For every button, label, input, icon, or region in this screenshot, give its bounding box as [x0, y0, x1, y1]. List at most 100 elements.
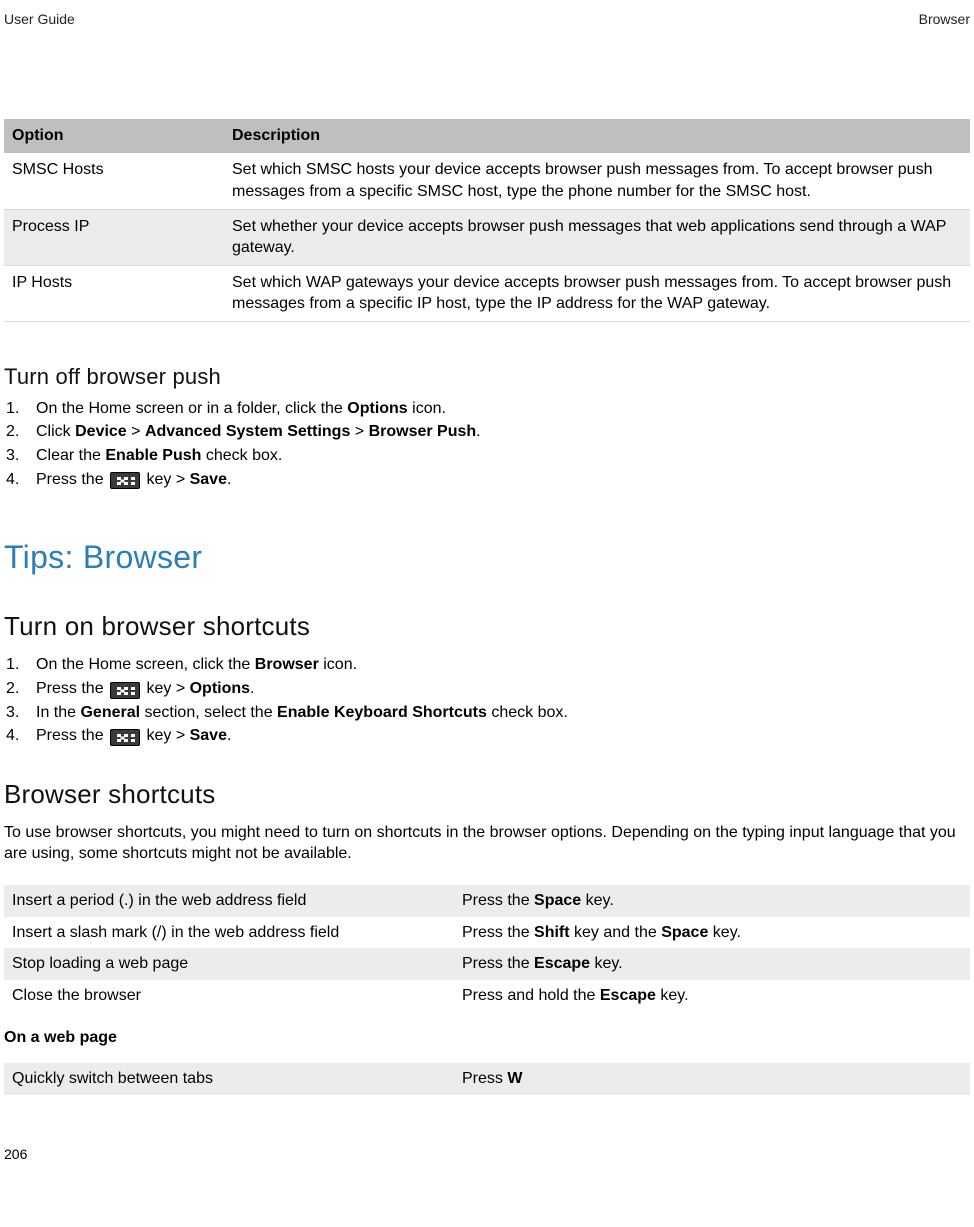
bold: Save — [190, 471, 227, 488]
text: key > — [142, 471, 190, 488]
text: . — [227, 471, 231, 488]
bold: Enable Push — [105, 447, 201, 464]
table-row: Process IP Set whether your device accep… — [4, 209, 970, 265]
text: > — [350, 423, 368, 440]
sc-key: Press the Space key. — [454, 885, 970, 917]
sc-action: Quickly switch between tabs — [4, 1063, 454, 1095]
sc-key: Press W — [454, 1063, 970, 1095]
bold: Browser Push — [369, 423, 477, 440]
table-row: Close the browser Press and hold the Esc… — [4, 980, 970, 1012]
shortcuts-intro: To use browser shortcuts, you might need… — [4, 822, 970, 865]
text: section, select the — [140, 704, 277, 721]
heading-turn-off-push: Turn off browser push — [4, 362, 970, 392]
cell-desc: Set which WAP gateways your device accep… — [224, 265, 970, 321]
text: check box. — [487, 704, 568, 721]
text: key > — [142, 727, 190, 744]
table-row: Insert a period (.) in the web address f… — [4, 885, 970, 917]
heading-browser-shortcuts: Browser shortcuts — [4, 777, 970, 812]
cell-desc: Set which SMSC hosts your device accepts… — [224, 153, 970, 209]
bold: Options — [190, 680, 250, 697]
page-number: 206 — [4, 1145, 970, 1164]
cell-option: IP Hosts — [4, 265, 224, 321]
text: Press the — [36, 727, 108, 744]
text: Press and hold the — [462, 987, 600, 1004]
bold: Advanced System Settings — [145, 423, 350, 440]
text: . — [227, 727, 231, 744]
step: On the Home screen, click the Browser ic… — [4, 654, 970, 676]
text: key. — [708, 924, 741, 941]
cell-desc: Set whether your device accepts browser … — [224, 209, 970, 265]
sc-key: Press and hold the Escape key. — [454, 980, 970, 1012]
step: In the General section, select the Enabl… — [4, 702, 970, 724]
text: icon. — [408, 400, 446, 417]
steps-turn-on-shortcuts: On the Home screen, click the Browser ic… — [4, 654, 970, 746]
sc-key: Press the Escape key. — [454, 948, 970, 980]
sc-action: Insert a slash mark (/) in the web addre… — [4, 917, 454, 949]
bold: Escape — [534, 955, 590, 972]
text: check box. — [201, 447, 282, 464]
bold: Space — [534, 892, 581, 909]
step: Press the key > Save. — [4, 469, 970, 491]
bold: Escape — [600, 987, 656, 1004]
bold: Save — [190, 727, 227, 744]
th-option: Option — [4, 119, 224, 153]
header-right: Browser — [919, 10, 970, 29]
text: Press — [462, 1070, 507, 1087]
text: Press the — [36, 471, 108, 488]
steps-turn-off-push: On the Home screen or in a folder, click… — [4, 398, 970, 490]
text: key. — [656, 987, 689, 1004]
sc-action: Close the browser — [4, 980, 454, 1012]
subhead-on-web-page: On a web page — [4, 1027, 970, 1049]
text: Clear the — [36, 447, 105, 464]
text: In the — [36, 704, 80, 721]
text: . — [250, 680, 254, 697]
step: On the Home screen or in a folder, click… — [4, 398, 970, 420]
step: Click Device > Advanced System Settings … — [4, 421, 970, 443]
bold: General — [80, 704, 140, 721]
bold: Shift — [534, 924, 570, 941]
bold: Browser — [255, 656, 319, 673]
table-row: Stop loading a web page Press the Escape… — [4, 948, 970, 980]
text: Press the — [462, 924, 534, 941]
menu-key-icon — [110, 472, 140, 489]
page-header: User Guide Browser — [4, 10, 970, 29]
th-description: Description — [224, 119, 970, 153]
sc-key: Press the Shift key and the Space key. — [454, 917, 970, 949]
bold: Space — [661, 924, 708, 941]
bold: Options — [347, 400, 407, 417]
bold: Enable Keyboard Shortcuts — [277, 704, 487, 721]
text: key. — [581, 892, 614, 909]
cell-option: SMSC Hosts — [4, 153, 224, 209]
header-left: User Guide — [4, 10, 75, 29]
text: Click — [36, 423, 75, 440]
heading-turn-on-shortcuts: Turn on browser shortcuts — [4, 609, 970, 644]
menu-key-icon — [110, 682, 140, 699]
options-table: Option Description SMSC Hosts Set which … — [4, 119, 970, 322]
table-row: IP Hosts Set which WAP gateways your dev… — [4, 265, 970, 321]
menu-key-icon — [110, 729, 140, 746]
step: Press the key > Save. — [4, 725, 970, 747]
table-row: Quickly switch between tabs Press W — [4, 1063, 970, 1095]
shortcuts-table-1: Insert a period (.) in the web address f… — [4, 885, 970, 1011]
shortcuts-table-2: Quickly switch between tabs Press W — [4, 1063, 970, 1095]
cell-option: Process IP — [4, 209, 224, 265]
heading-tips-browser: Tips: Browser — [4, 536, 970, 579]
text: On the Home screen, click the — [36, 656, 255, 673]
sc-action: Stop loading a web page — [4, 948, 454, 980]
text: Press the — [462, 955, 534, 972]
text: > — [127, 423, 145, 440]
step: Press the key > Options. — [4, 678, 970, 700]
bold: W — [507, 1070, 522, 1087]
text: Press the — [462, 892, 534, 909]
text: icon. — [319, 656, 357, 673]
table-row: SMSC Hosts Set which SMSC hosts your dev… — [4, 153, 970, 209]
text: key > — [142, 680, 190, 697]
text: key and the — [570, 924, 662, 941]
table-row: Insert a slash mark (/) in the web addre… — [4, 917, 970, 949]
bold: Device — [75, 423, 127, 440]
sc-action: Insert a period (.) in the web address f… — [4, 885, 454, 917]
text: key. — [590, 955, 623, 972]
text: . — [476, 423, 480, 440]
text: On the Home screen or in a folder, click… — [36, 400, 347, 417]
text: Press the — [36, 680, 108, 697]
